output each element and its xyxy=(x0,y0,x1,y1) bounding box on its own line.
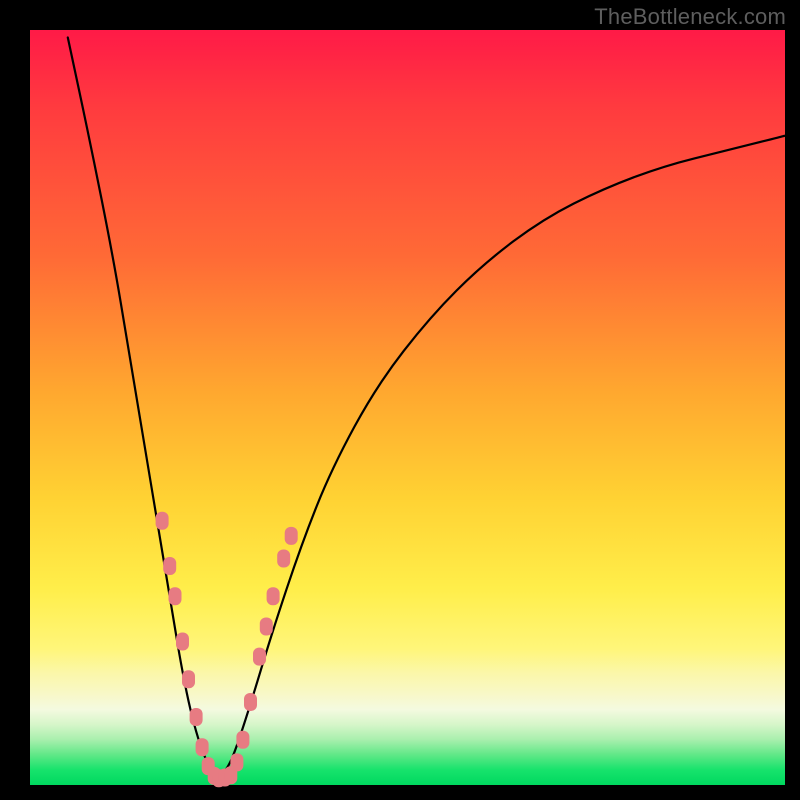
bottleneck-curve xyxy=(68,38,785,776)
curve-marker xyxy=(163,557,176,575)
chart-frame: TheBottleneck.com xyxy=(0,0,800,800)
curve-marker xyxy=(267,587,280,605)
curve-marker xyxy=(156,512,169,530)
curve-marker xyxy=(244,693,257,711)
watermark-text: TheBottleneck.com xyxy=(594,4,786,30)
curve-marker xyxy=(236,731,249,749)
curve-marker xyxy=(253,648,266,666)
curve-marker xyxy=(169,587,182,605)
curve-marker xyxy=(230,753,243,771)
chart-plot-area xyxy=(30,30,785,785)
curve-marker xyxy=(277,550,290,568)
marker-layer xyxy=(156,512,298,787)
curve-marker xyxy=(182,670,195,688)
curve-marker xyxy=(190,708,203,726)
chart-svg xyxy=(30,30,785,785)
curve-marker xyxy=(176,633,189,651)
curve-layer xyxy=(68,38,785,776)
curve-marker xyxy=(285,527,298,545)
curve-marker xyxy=(260,618,273,636)
curve-marker xyxy=(196,738,209,756)
